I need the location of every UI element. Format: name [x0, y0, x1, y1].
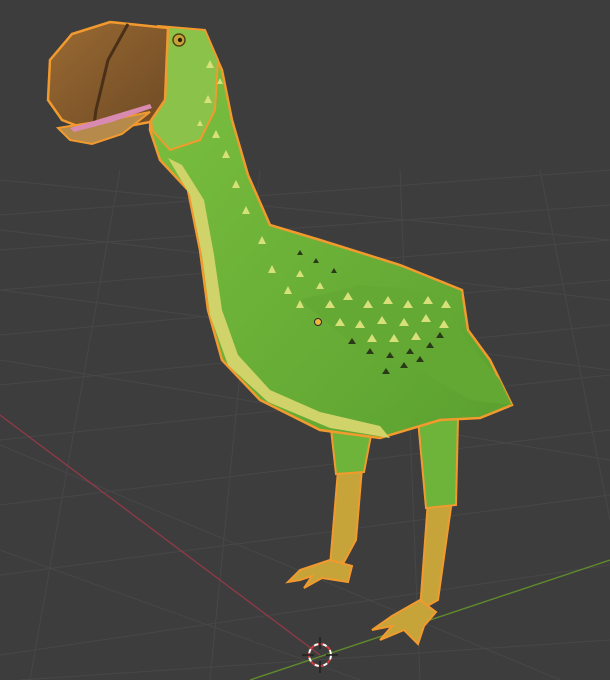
viewport-canvas[interactable]	[0, 0, 610, 680]
front-foot[interactable]	[371, 598, 438, 646]
x-axis-line	[0, 414, 321, 656]
back-foot[interactable]	[285, 558, 354, 589]
front-thigh[interactable]	[416, 416, 460, 510]
front-leg[interactable]	[418, 499, 454, 612]
bird-model[interactable]	[46, 20, 514, 646]
bird-beak[interactable]	[46, 20, 170, 132]
3d-viewport[interactable]	[0, 0, 610, 680]
object-origin-icon[interactable]	[314, 318, 322, 326]
back-leg[interactable]	[328, 466, 364, 568]
eye-pupil	[177, 37, 183, 43]
